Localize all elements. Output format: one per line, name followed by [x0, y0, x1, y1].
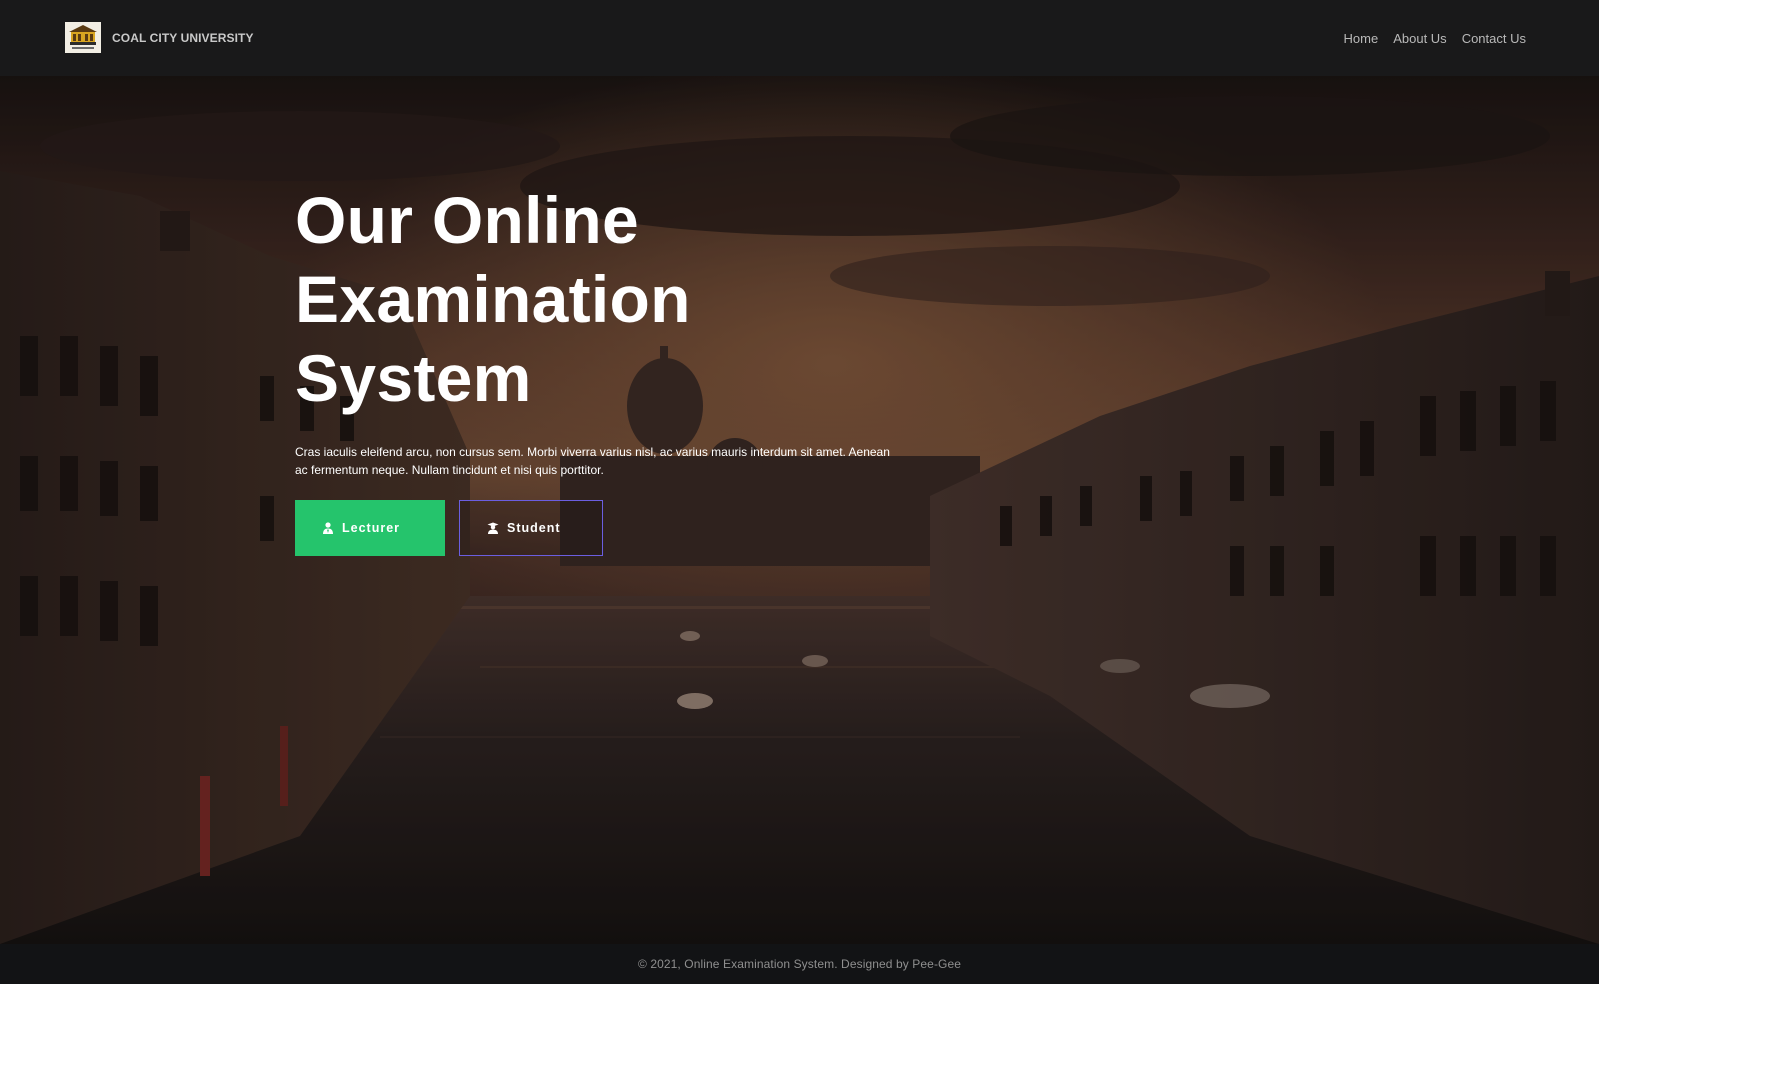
- nav-contact-us[interactable]: Contact Us: [1462, 31, 1526, 46]
- hero-description: Cras iaculis eleifend arcu, non cursus s…: [295, 445, 890, 477]
- page: COAL CITY UNIVERSITY Home About Us Conta…: [0, 0, 1768, 1088]
- hero-title-line-1: Our Online: [295, 183, 640, 257]
- role-button-group: Lecturer Student: [295, 500, 895, 556]
- brand-name: COAL CITY UNIVERSITY: [112, 30, 254, 45]
- footer: © 2021, Online Examination System. Desig…: [0, 944, 1599, 984]
- user-graduate-icon: [487, 522, 499, 534]
- lecturer-button-label: Lecturer: [342, 521, 401, 535]
- hero-section: Our Online Examination System Cras iacul…: [0, 76, 1599, 944]
- main-nav: Home About Us Contact Us: [1344, 31, 1526, 46]
- site: COAL CITY UNIVERSITY Home About Us Conta…: [0, 0, 1599, 984]
- hero-content: Our Online Examination System Cras iacul…: [295, 181, 895, 556]
- student-button-label: Student: [507, 521, 561, 535]
- user-tie-icon: [322, 522, 334, 534]
- lecturer-button[interactable]: Lecturer: [295, 500, 445, 556]
- footer-copyright: © 2021, Online Examination System. Desig…: [637, 957, 962, 971]
- university-logo-icon: [65, 22, 101, 53]
- hero-title: Our Online Examination System: [295, 181, 895, 418]
- hero-title-line-3: System: [295, 341, 532, 415]
- hero-title-line-2: Examination: [295, 262, 691, 336]
- student-button[interactable]: Student: [459, 500, 603, 556]
- nav-about-us[interactable]: About Us: [1393, 31, 1446, 46]
- brand-link[interactable]: COAL CITY UNIVERSITY: [65, 22, 254, 53]
- nav-home[interactable]: Home: [1344, 31, 1379, 46]
- navbar: COAL CITY UNIVERSITY Home About Us Conta…: [0, 0, 1599, 76]
